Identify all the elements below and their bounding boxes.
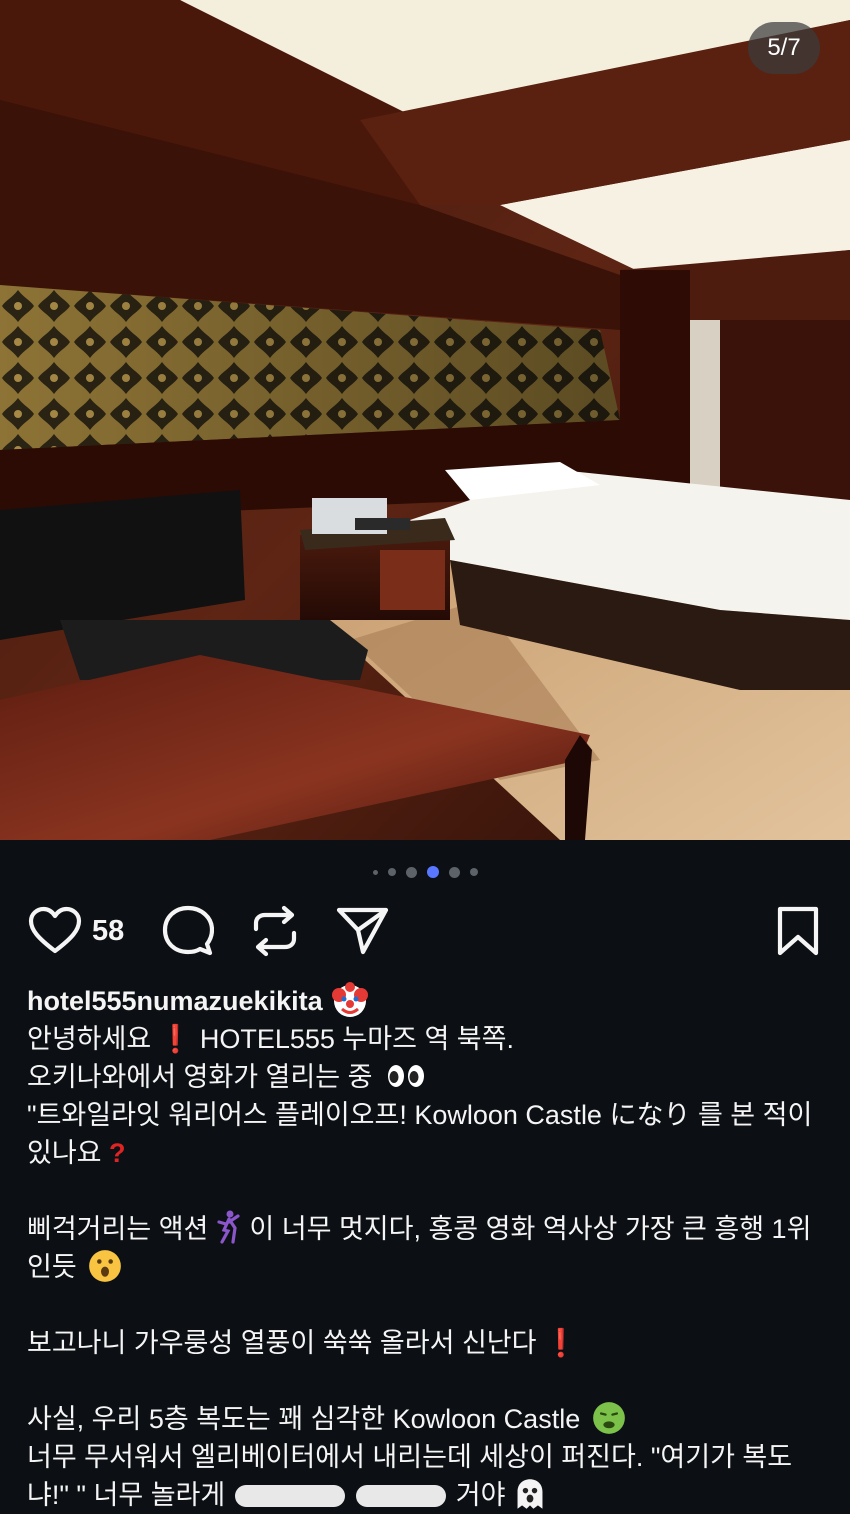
heart-icon bbox=[28, 906, 82, 954]
caption-text: "트와일라잇 워리어스 플레이오프! Kowloon Castle になり 를 … bbox=[27, 1100, 813, 1168]
carousel-indicator bbox=[0, 862, 850, 882]
caption-text: 보고나니 가우룽성 열풍이 쑥쑥 올라서 신난다 bbox=[27, 1328, 537, 1358]
username[interactable]: hotel555numazuekikita bbox=[27, 982, 323, 1020]
post-action-bar: 58 bbox=[28, 903, 822, 959]
redacted-text-mark bbox=[356, 1485, 447, 1507]
caption-text: HOTEL555 누마즈 역 북쪽. bbox=[199, 1024, 514, 1054]
redacted-text-mark bbox=[234, 1485, 345, 1507]
image-counter-badge: 5/7 bbox=[748, 22, 820, 74]
comment-button[interactable] bbox=[162, 903, 214, 959]
caption-text: 오키나와에서 영화가 열리는 중 bbox=[27, 1062, 373, 1092]
like-count: 58 bbox=[92, 914, 125, 947]
share-button[interactable] bbox=[336, 903, 390, 959]
clown-face-icon bbox=[331, 982, 368, 1017]
caption-text: 삐걱거리는 액션 bbox=[27, 1214, 209, 1244]
caption-text: 거야 bbox=[455, 1480, 506, 1510]
repost-button[interactable] bbox=[250, 903, 300, 959]
carousel-dot-active bbox=[426, 866, 439, 878]
eyes-icon bbox=[387, 1065, 424, 1087]
like-button[interactable]: 58 bbox=[28, 903, 124, 959]
post-caption: hotel555numazuekikita 안녕하세요 ❗ HOTEL555 누… bbox=[27, 982, 827, 1514]
dancing-man-icon bbox=[217, 1210, 240, 1244]
nauseated-face-icon bbox=[592, 1402, 625, 1434]
ghost-icon bbox=[517, 1479, 543, 1509]
exclamation-icon: ❗ bbox=[158, 1024, 193, 1054]
carousel-dot bbox=[387, 868, 396, 876]
exclamation-icon: ❗ bbox=[543, 1328, 578, 1358]
bookmark-icon bbox=[777, 906, 819, 956]
share-icon bbox=[336, 907, 389, 955]
comment-icon bbox=[162, 905, 214, 956]
question-mark-icon: ? bbox=[109, 1138, 126, 1168]
carousel-dot bbox=[448, 866, 460, 878]
hotel-room-photo bbox=[0, 0, 850, 840]
carousel-dot bbox=[405, 866, 417, 878]
surprised-face-icon bbox=[89, 1250, 122, 1282]
repost-icon bbox=[253, 905, 297, 957]
caption-text: 사실, 우리 5층 복도는 꽤 심각한 Kowloon Castle bbox=[27, 1404, 581, 1434]
bookmark-button[interactable] bbox=[776, 903, 820, 959]
carousel-dot bbox=[372, 869, 378, 875]
post-photo[interactable]: 5/7 bbox=[0, 0, 850, 840]
username-link[interactable]: hotel555numazuekikita bbox=[27, 982, 369, 1020]
carousel-dot bbox=[469, 868, 478, 876]
caption-text: 안녕하세요 bbox=[27, 1024, 152, 1054]
